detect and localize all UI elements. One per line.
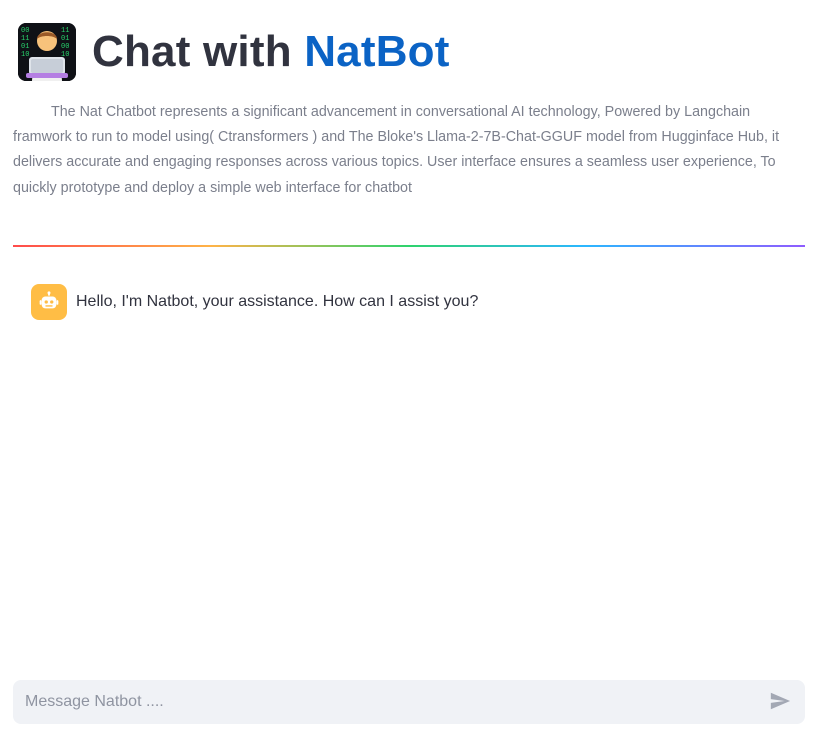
- assistant-message-text: Hello, I'm Natbot, your assistance. How …: [76, 293, 479, 310]
- svg-text:11: 11: [21, 35, 29, 43]
- svg-text:01: 01: [21, 43, 29, 51]
- technologist-icon: 00 11 01 10 11 01 00 10: [18, 23, 76, 81]
- svg-text:01: 01: [61, 35, 69, 43]
- svg-text:10: 10: [21, 51, 29, 59]
- svg-text:11: 11: [61, 27, 69, 35]
- page-header: 00 11 01 10 11 01 00 10 Chat with NatBot: [18, 22, 450, 82]
- send-icon: [769, 690, 791, 715]
- page-title-prefix: Chat with: [92, 27, 305, 76]
- bot-icon: [31, 284, 67, 320]
- send-button[interactable]: [767, 689, 793, 715]
- svg-text:00: 00: [21, 27, 29, 35]
- chat-message: Hello, I'm Natbot, your assistance. How …: [31, 284, 478, 320]
- chat-input-container: [13, 680, 805, 724]
- chat-page: 00 11 01 10 11 01 00 10 Chat with NatBot: [0, 0, 818, 734]
- description-text: The Nat Chatbot represents a significant…: [13, 104, 780, 196]
- message-input[interactable]: [25, 680, 767, 724]
- page-title: Chat with NatBot: [92, 30, 450, 74]
- page-title-brand: NatBot: [304, 27, 450, 76]
- svg-text:00: 00: [61, 43, 69, 51]
- rainbow-divider: [13, 245, 805, 247]
- app-description: The Nat Chatbot represents a significant…: [13, 100, 805, 201]
